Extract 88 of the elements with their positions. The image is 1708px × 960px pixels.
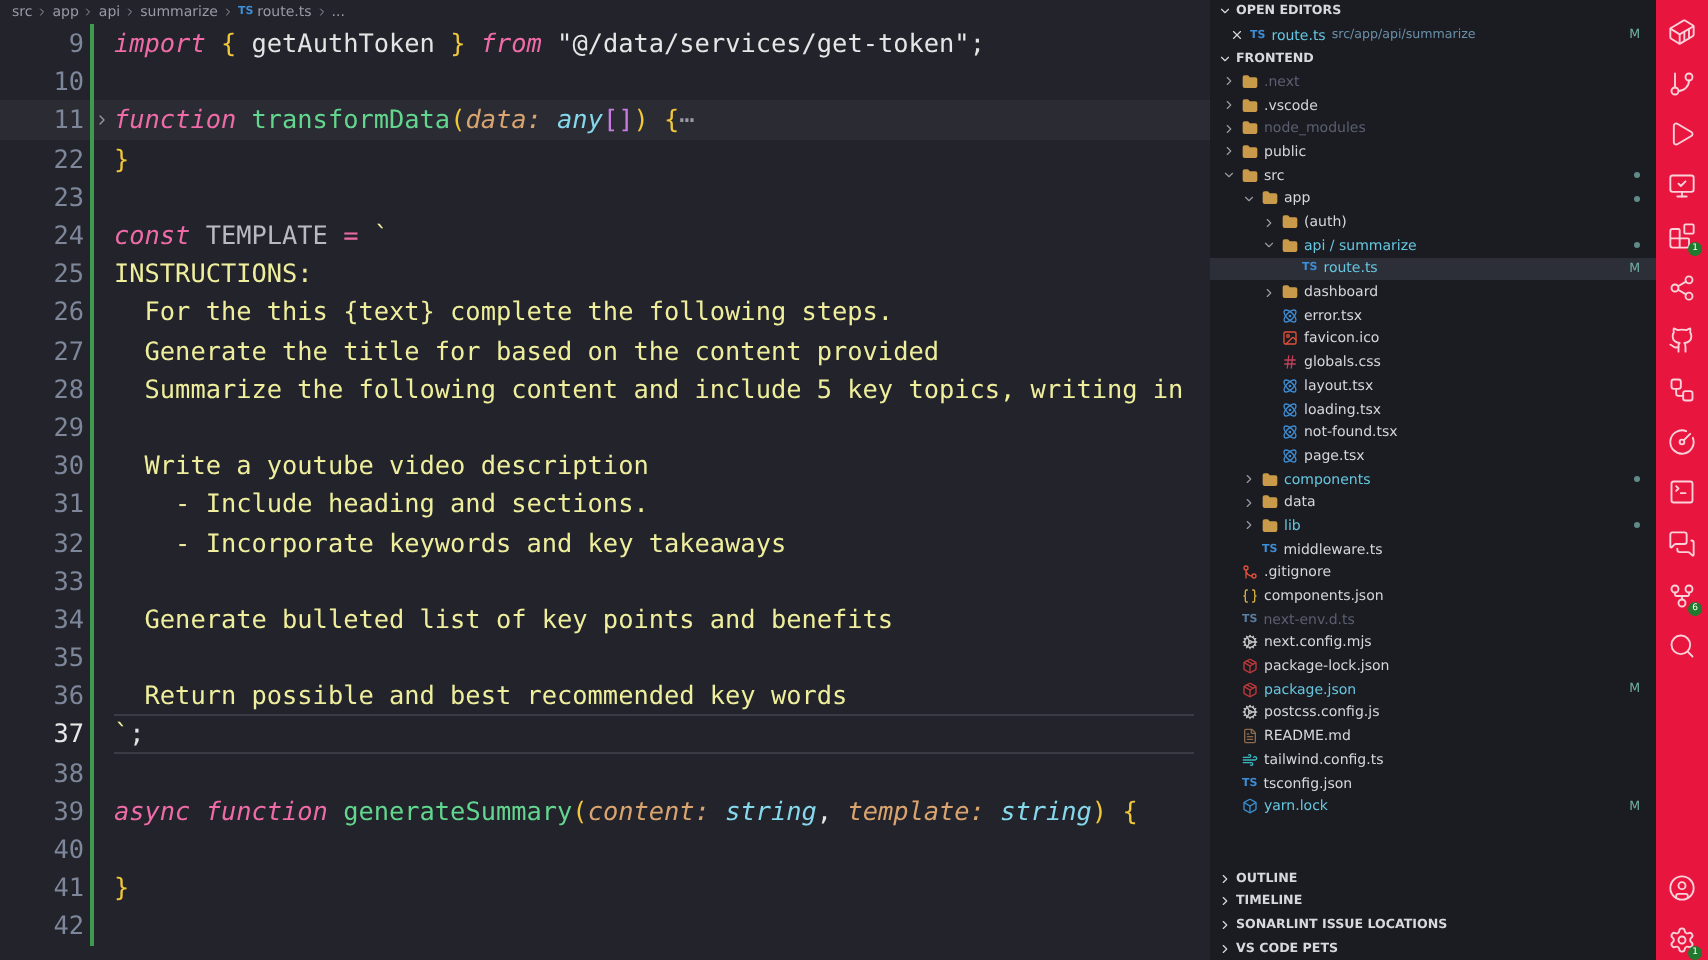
code-line: Generate bulleted list of key points and benefits bbox=[142, 603, 894, 634]
close-icon[interactable] bbox=[1230, 28, 1244, 43]
code-line: INSTRUCTIONS: bbox=[114, 258, 313, 289]
atom-icon bbox=[1282, 401, 1298, 418]
search-icon[interactable] bbox=[1666, 630, 1698, 663]
workflow-icon[interactable] bbox=[1666, 374, 1698, 407]
atom-icon bbox=[1282, 377, 1298, 394]
line-number: 25 bbox=[51, 258, 84, 289]
line-number: 23 bbox=[51, 181, 84, 212]
folder-icon bbox=[1262, 517, 1278, 534]
code-line: } bbox=[114, 143, 130, 174]
atom-icon bbox=[1282, 424, 1298, 441]
folder-icon bbox=[1242, 143, 1258, 160]
chevron-icon bbox=[36, 6, 49, 18]
folder-icon bbox=[1262, 471, 1278, 488]
code-line: Return possible and best recommended key words bbox=[142, 680, 848, 711]
image-icon bbox=[1282, 330, 1298, 347]
document-icon bbox=[1242, 728, 1258, 745]
folder-icon bbox=[1242, 167, 1258, 184]
folder-icon bbox=[1282, 237, 1298, 254]
line-number: 24 bbox=[51, 220, 84, 251]
code-line: Write a youtube video description bbox=[142, 450, 649, 481]
folder-icon bbox=[1262, 494, 1278, 511]
code-line: const TEMPLATE = ` bbox=[114, 220, 390, 251]
monitor-icon[interactable] bbox=[1666, 169, 1698, 202]
line-number: 37 bbox=[51, 718, 84, 749]
atom-icon bbox=[1282, 447, 1298, 464]
chat-icon[interactable] bbox=[1666, 527, 1698, 560]
chevron-icon bbox=[82, 6, 95, 18]
chevron-icon bbox=[1218, 4, 1232, 19]
folder-icon bbox=[1242, 97, 1258, 114]
line-number: 41 bbox=[51, 872, 84, 903]
code-line: - Incorporate keywords and key takeaways bbox=[173, 527, 787, 558]
line-number: 28 bbox=[51, 373, 84, 404]
gauge-icon[interactable] bbox=[1666, 425, 1698, 458]
line-number: 38 bbox=[51, 757, 84, 788]
terminal-icon[interactable] bbox=[1666, 476, 1698, 509]
box-icon bbox=[1242, 798, 1258, 815]
container-icon[interactable] bbox=[1666, 16, 1698, 48]
code-line: function transformData(data: any[]) {⋯ bbox=[114, 104, 695, 135]
line-number: 27 bbox=[51, 335, 84, 366]
code-line: - Include heading and sections. bbox=[173, 488, 649, 519]
line-number: 29 bbox=[51, 411, 84, 442]
git-icon bbox=[1242, 564, 1258, 581]
line-number: 34 bbox=[51, 603, 84, 634]
atom-icon bbox=[1282, 307, 1298, 324]
code-line: async function generateSummary(content: string, template: string) { bbox=[114, 795, 1138, 826]
chevron-icon bbox=[221, 6, 234, 18]
folder-icon bbox=[1282, 214, 1298, 231]
folder-icon bbox=[1242, 73, 1258, 90]
share-icon[interactable] bbox=[1666, 271, 1698, 304]
line-number: 10 bbox=[51, 66, 84, 97]
line-number: 36 bbox=[51, 680, 84, 711]
cat-icon[interactable] bbox=[1666, 323, 1698, 356]
line-number: 11 bbox=[51, 104, 84, 135]
line-number: 35 bbox=[51, 642, 84, 673]
code-line: import { getAuthToken } from "@/data/services/get-token"; bbox=[114, 28, 985, 59]
code-line: `; bbox=[114, 718, 145, 749]
gear-icon bbox=[1242, 704, 1258, 721]
wind-icon bbox=[1242, 751, 1258, 768]
chevron-icon bbox=[1262, 285, 1276, 300]
line-number: 32 bbox=[51, 527, 84, 558]
code-line: Generate the title for based on the content provided bbox=[142, 335, 939, 366]
chevron-icon bbox=[124, 6, 137, 18]
folder-icon bbox=[1282, 284, 1298, 301]
chevron-icon bbox=[315, 6, 328, 18]
line-number: 42 bbox=[51, 910, 84, 941]
folder-icon bbox=[1262, 190, 1278, 207]
code-line: For the this {text} complete the following steps. bbox=[142, 296, 894, 327]
user-icon[interactable] bbox=[1666, 872, 1698, 905]
code-line: } bbox=[114, 872, 130, 903]
line-number: 9 bbox=[66, 28, 84, 59]
branch-icon[interactable] bbox=[1666, 67, 1698, 100]
line-number: 40 bbox=[51, 834, 84, 865]
line-number: 26 bbox=[51, 296, 84, 327]
line-number: 31 bbox=[51, 488, 84, 519]
folder-icon bbox=[1242, 120, 1258, 137]
line-number: 33 bbox=[51, 565, 84, 596]
line-number: 22 bbox=[51, 143, 84, 174]
line-number: 30 bbox=[51, 450, 84, 481]
package-icon bbox=[1242, 658, 1258, 675]
braces-icon bbox=[1242, 588, 1258, 605]
hash-icon bbox=[1282, 354, 1298, 371]
code-line: Summarize the following content and include 5 key topics, writing in bbox=[142, 373, 1184, 404]
fold-chevron-icon[interactable] bbox=[94, 111, 110, 128]
gear-icon bbox=[1242, 634, 1258, 651]
package-icon bbox=[1242, 681, 1258, 698]
line-number: 39 bbox=[51, 795, 84, 826]
